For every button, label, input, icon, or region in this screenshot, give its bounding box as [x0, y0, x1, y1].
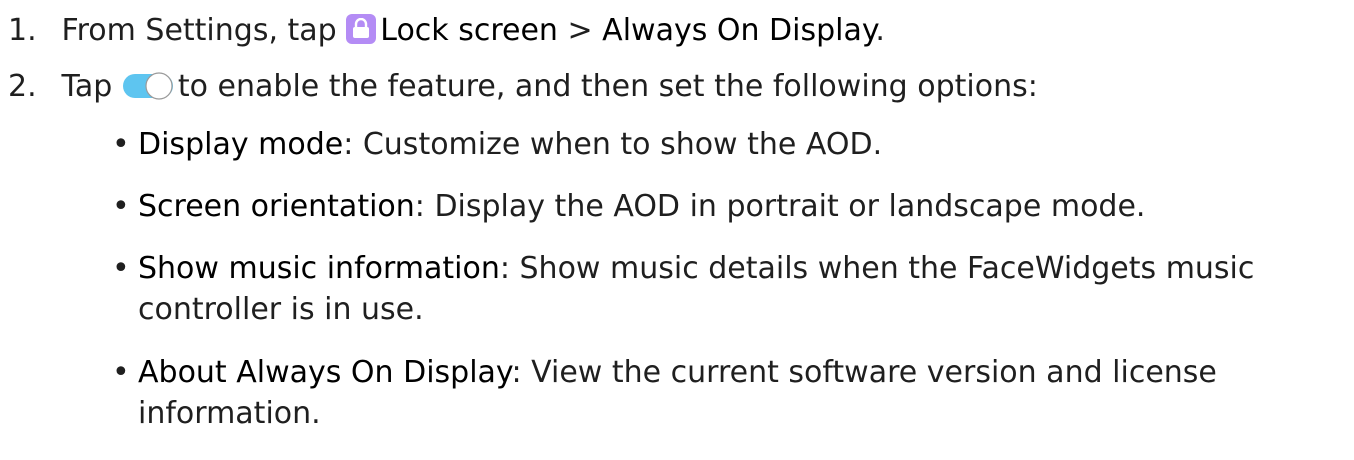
step-number: 1. [8, 13, 37, 48]
lock-screen-link: Lock screen [380, 13, 558, 48]
option-term: Screen orientation [138, 189, 415, 224]
step-suffix: . [875, 13, 885, 48]
list-item: • Display mode: Customize when to show t… [110, 124, 882, 165]
step-text: Tap [61, 69, 113, 104]
step-suffix: to enable the feature, and then set the … [177, 69, 1038, 104]
option-desc: : Display the AOD in portrait or landsca… [414, 189, 1146, 224]
lock-icon [346, 14, 377, 44]
bullet-icon: • [112, 127, 130, 162]
always-on-display-link: Always On Display [602, 13, 876, 48]
list-item: • Screen orientation: Display the AOD in… [110, 186, 1145, 227]
toggle-switch-icon [122, 71, 176, 101]
breadcrumb-separator: > [567, 13, 593, 48]
option-term: Display mode [138, 127, 344, 162]
instructions: 1. From Settings, tap Lock screen > Alwa… [0, 0, 1354, 460]
bullet-icon: • [112, 355, 130, 390]
step-2: 2. Tap to enable the feature, and then s… [8, 66, 1038, 107]
list-item: • About Always On Display: View the curr… [110, 352, 1354, 434]
step-text: From Settings, tap [61, 13, 337, 48]
option-term: Show music information [138, 251, 500, 286]
list-item: • Show music information: Show music det… [110, 248, 1354, 330]
bullet-icon: • [112, 189, 130, 224]
option-term: About Always On Display [138, 355, 512, 390]
step-number: 2. [8, 69, 37, 104]
bullet-icon: • [112, 251, 130, 286]
option-desc: : Customize when to show the AOD. [343, 127, 883, 162]
step-1: 1. From Settings, tap Lock screen > Alwa… [8, 10, 885, 51]
